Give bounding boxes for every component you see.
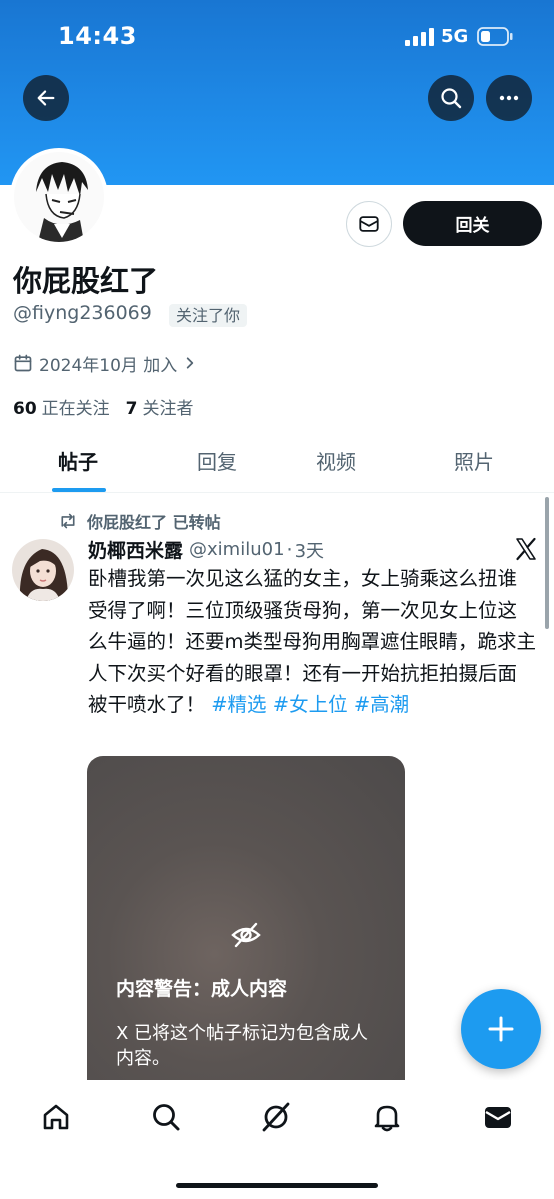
follows-you-badge: 关注了你: [169, 304, 248, 327]
post-author-handle[interactable]: @ximilu01: [189, 539, 285, 560]
x-logo-icon[interactable]: [514, 537, 538, 561]
network-label: 5G: [441, 26, 469, 47]
post-separator: ·: [286, 538, 293, 561]
search-icon: [153, 1104, 180, 1131]
bottom-navigation: [0, 1080, 554, 1199]
home-icon: [43, 1104, 69, 1130]
profile-display-name: 你屁股红了: [13, 264, 159, 298]
avatar-image: [14, 152, 104, 242]
more-horizontal-icon: [499, 95, 519, 101]
tab-photos[interactable]: 照片: [454, 446, 494, 475]
scrollbar[interactable]: [545, 497, 549, 629]
followers-count: 7: [125, 399, 138, 419]
tab-posts[interactable]: 帖子: [58, 446, 98, 475]
followers-label: 关注者: [142, 399, 194, 419]
grok-icon: [262, 1102, 290, 1132]
calendar-icon: [14, 354, 32, 372]
arrow-left-icon: [37, 90, 55, 106]
hashtag-link[interactable]: #高潮: [354, 693, 409, 716]
chevron-right-icon: [187, 357, 194, 369]
follow-stats: 60 正在关注 7 关注者: [13, 394, 210, 419]
post-author-name[interactable]: 奶椰西米露: [88, 536, 183, 563]
hashtag-link[interactable]: #精选: [211, 693, 266, 716]
back-button[interactable]: [23, 75, 69, 121]
content-warning-body: X 已将这个帖子标记为包含成人内容。: [116, 1023, 369, 1069]
nav-home[interactable]: [39, 1100, 73, 1134]
repost-indicator[interactable]: 你屁股红了 已转帖: [58, 509, 221, 533]
profile-handle: @fiyng236069: [13, 302, 152, 324]
content-warning-title: 内容警告：成人内容: [116, 978, 288, 1000]
compose-button[interactable]: [461, 989, 541, 1069]
eye-off-icon: [231, 922, 261, 948]
signal-icon: [405, 28, 434, 46]
author-avatar-image: [12, 539, 74, 601]
battery-icon: [477, 27, 513, 46]
profile-avatar[interactable]: [10, 148, 108, 246]
profile-tabs: 帖子 回复 视频 照片: [0, 432, 554, 493]
message-button[interactable]: [346, 201, 392, 247]
following-count: 60: [13, 399, 37, 419]
home-indicator: [176, 1183, 378, 1188]
post-media-sensitive[interactable]: 内容警告：成人内容 X 已将这个帖子标记为包含成人内容。: [87, 756, 405, 1086]
nav-messages[interactable]: [481, 1100, 515, 1134]
mail-icon: [359, 216, 379, 232]
search-button[interactable]: [428, 75, 474, 121]
plus-icon: [488, 1016, 514, 1042]
following-stat[interactable]: 60 正在关注: [13, 394, 110, 419]
nav-search[interactable]: [149, 1100, 183, 1134]
tab-replies[interactable]: 回复: [197, 446, 237, 475]
post-text: 卧槽我第一次见这么猛的女主，女上骑乘这么扭谁受得了啊！三位顶级骚货母狗，第一次见…: [88, 563, 536, 721]
repost-icon: [61, 513, 75, 529]
active-tab-indicator: [52, 488, 106, 492]
nav-notifications[interactable]: [370, 1100, 404, 1134]
status-time: 14:43: [58, 22, 137, 50]
notifications-icon: [374, 1105, 400, 1132]
follow-back-button[interactable]: 回关: [403, 201, 542, 246]
nav-grok[interactable]: [259, 1100, 293, 1134]
following-label: 正在关注: [41, 399, 110, 419]
followers-stat[interactable]: 7 关注者: [126, 394, 194, 419]
status-bar: 14:43 5G: [0, 0, 554, 70]
post-author-avatar[interactable]: [12, 539, 74, 601]
tab-videos[interactable]: 视频: [316, 446, 356, 475]
post-age[interactable]: 3天: [295, 537, 324, 563]
more-button[interactable]: [486, 75, 532, 121]
repost-label: 你屁股红了 已转帖: [87, 513, 221, 532]
joined-date[interactable]: 2024年10月 加入: [13, 350, 203, 376]
search-icon: [441, 88, 462, 109]
messages-icon: [485, 1107, 511, 1128]
hashtag-link[interactable]: #女上位: [273, 693, 348, 716]
post-header: 奶椰西米露 @ximilu01 · 3天: [88, 536, 324, 563]
joined-date-label: 2024年10月 加入: [39, 355, 178, 376]
